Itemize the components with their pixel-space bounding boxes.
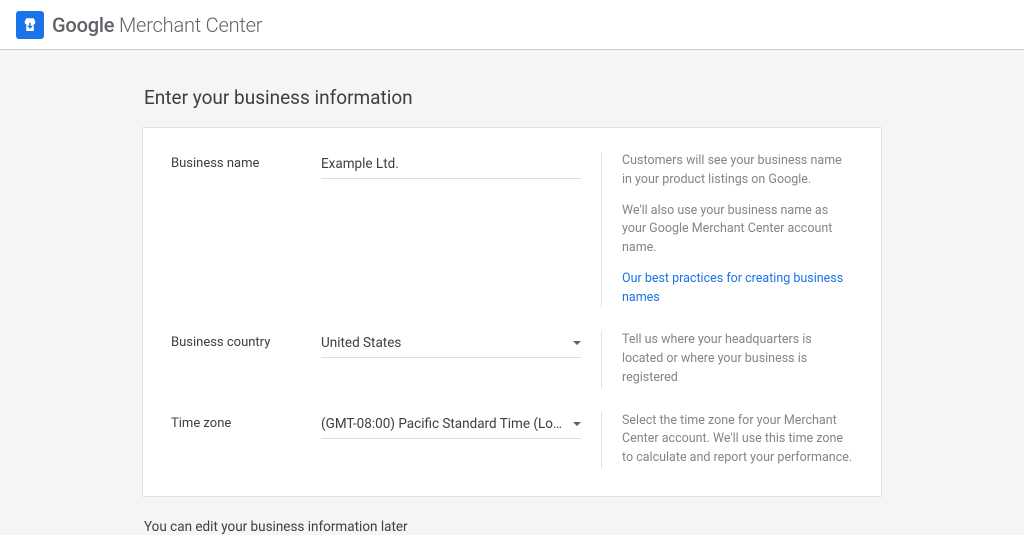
page-body: Enter your business information Business…	[0, 50, 1024, 535]
business-name-help-text-2: We'll also use your business name as you…	[622, 202, 853, 258]
time-zone-value: (GMT-08:00) Pacific Standard Time (Lo…	[321, 416, 562, 432]
logo-product-text: Merchant Center	[114, 13, 262, 37]
time-zone-help: Select the time zone for your Merchant C…	[601, 412, 853, 468]
business-name-input[interactable]	[321, 152, 581, 179]
business-name-label: Business name	[171, 152, 321, 307]
logo-google-text: Google	[52, 13, 114, 37]
form-card: Business name Customers will see your bu…	[142, 127, 882, 497]
business-name-field-col	[321, 152, 601, 307]
business-name-row: Business name Customers will see your bu…	[171, 152, 853, 307]
time-zone-label: Time zone	[171, 412, 321, 468]
business-country-label: Business country	[171, 331, 321, 387]
content-wrap: Enter your business information Business…	[142, 86, 882, 535]
chevron-down-icon	[573, 341, 581, 345]
business-country-row: Business country United States Tell us w…	[171, 331, 853, 387]
page-title: Enter your business information	[144, 86, 882, 109]
time-zone-select[interactable]: (GMT-08:00) Pacific Standard Time (Lo…	[321, 412, 581, 439]
business-country-field-col: United States	[321, 331, 601, 387]
merchant-center-logo-icon	[16, 11, 44, 39]
time-zone-field-col: (GMT-08:00) Pacific Standard Time (Lo…	[321, 412, 601, 468]
app-title: Google Merchant Center	[52, 13, 262, 37]
business-country-help: Tell us where your headquarters is locat…	[601, 331, 853, 387]
time-zone-row: Time zone (GMT-08:00) Pacific Standard T…	[171, 412, 853, 468]
time-zone-help-text: Select the time zone for your Merchant C…	[622, 412, 853, 468]
chevron-down-icon	[573, 422, 581, 426]
best-practices-link[interactable]: Our best practices for creating business…	[622, 271, 843, 305]
business-country-help-text: Tell us where your headquarters is locat…	[622, 331, 853, 387]
app-header: Google Merchant Center	[0, 0, 1024, 50]
footer-note: You can edit your business information l…	[144, 519, 882, 535]
business-country-value: United States	[321, 335, 401, 351]
business-name-help-text-1: Customers will see your business name in…	[622, 152, 853, 190]
business-name-help: Customers will see your business name in…	[601, 152, 853, 307]
business-country-select[interactable]: United States	[321, 331, 581, 358]
